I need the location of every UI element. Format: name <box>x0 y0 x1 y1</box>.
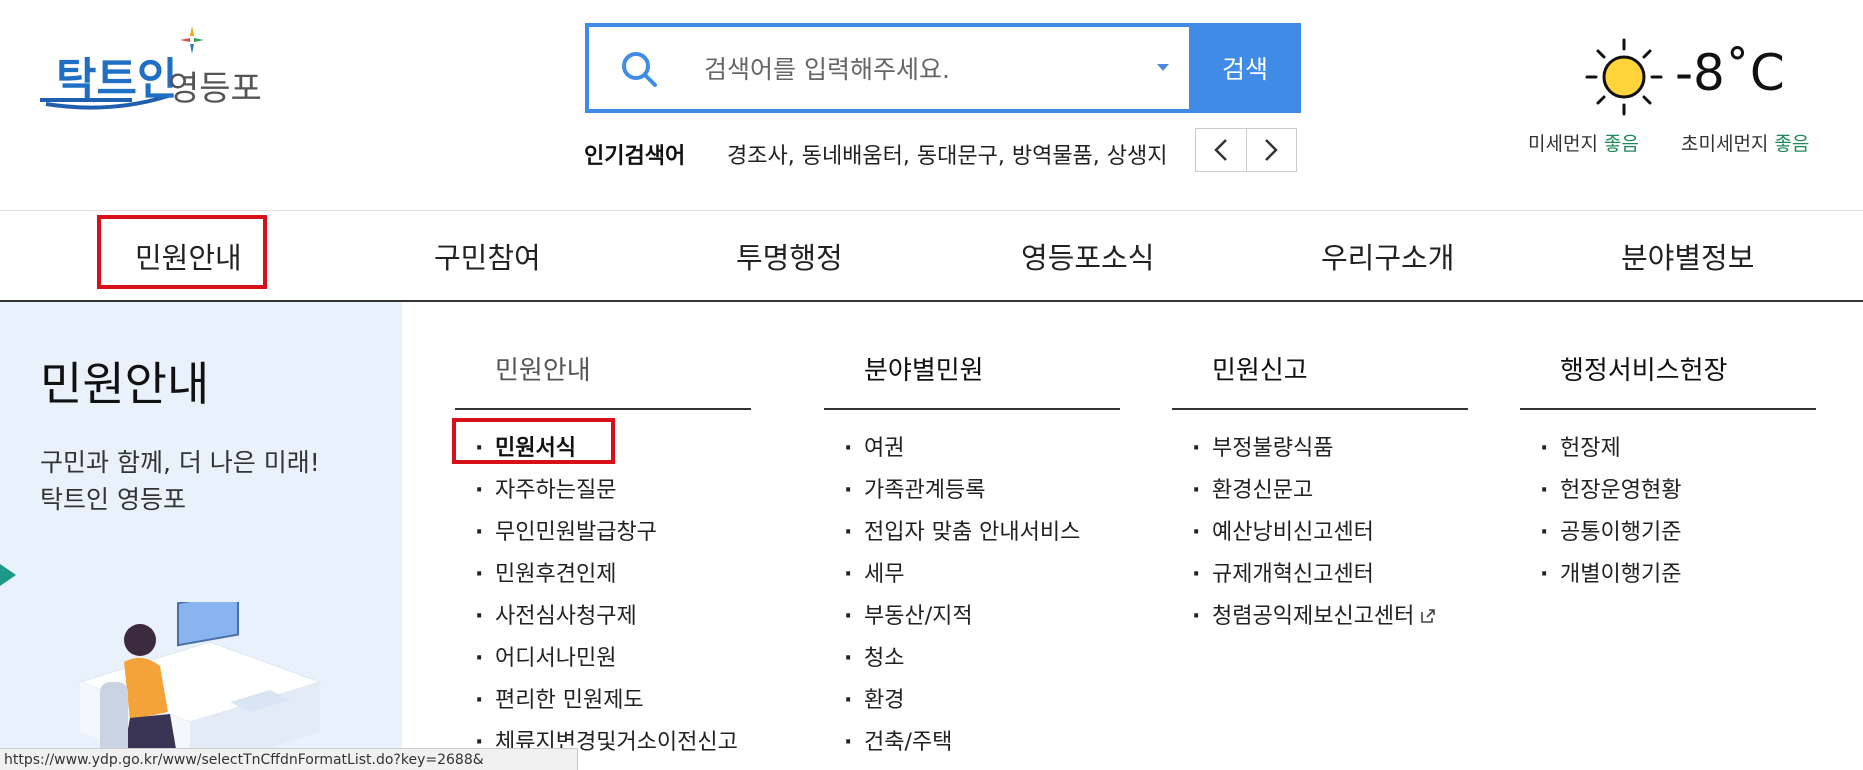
menu-item[interactable]: 환경 <box>824 680 1120 722</box>
search-box: 검색 <box>585 23 1301 113</box>
fine-dust-value: 좋음 <box>1603 133 1639 155</box>
arrow-icon <box>0 564 16 586</box>
global-navigation: 민원안내 구민참여 투명행정 영등포소식 우리구소개 분야별정보 <box>0 210 1863 302</box>
mega-menu-desc-line: 구민과 함께, 더 나은 미래! <box>40 448 320 477</box>
ultrafine-dust-label: 초미세먼지 <box>1681 133 1769 155</box>
gnb-item-news[interactable]: 영등포소식 <box>1021 211 1154 301</box>
next-button[interactable] <box>1246 129 1296 171</box>
mega-menu: 민원안내 구민과 함께, 더 나은 미래! 탁트인 영등포 민원안내 민원서식 … <box>0 302 1863 770</box>
person-at-desk-illustration <box>78 602 322 770</box>
menu-item[interactable]: 개별이행기준 <box>1520 554 1816 596</box>
svg-text:탁트인: 탁트인 <box>56 55 177 104</box>
mega-menu-desc: 구민과 함께, 더 나은 미래! 탁트인 영등포 <box>40 444 320 518</box>
menu-item[interactable]: 전입자 맞춤 안내서비스 <box>824 512 1120 554</box>
menu-item[interactable]: 건축/주택 <box>824 722 1120 764</box>
menu-item[interactable]: 부동산/지적 <box>824 596 1120 638</box>
menu-item[interactable]: 자주하는질문 <box>455 470 751 512</box>
menu-column-heading[interactable]: 민원신고 <box>1172 302 1468 410</box>
menu-column-heading[interactable]: 행정서비스헌장 <box>1520 302 1816 410</box>
search-button[interactable]: 검색 <box>1189 23 1301 113</box>
chevron-right-icon <box>1265 139 1279 161</box>
sun-icon <box>1585 38 1663 116</box>
popular-search-nav <box>1195 128 1297 172</box>
menu-item[interactable]: 여권 <box>824 428 1120 470</box>
gnb-item-participation[interactable]: 구민참여 <box>434 211 541 301</box>
menu-item[interactable]: 규제개혁신고센터 <box>1172 554 1468 596</box>
search-icon <box>619 49 659 89</box>
menu-item[interactable]: 가족관계등록 <box>824 470 1120 512</box>
menu-item[interactable]: 어디서나민원 <box>455 638 751 680</box>
menu-list: 여권 가족관계등록 전입자 맞춤 안내서비스 세무 부동산/지적 청소 환경 건… <box>824 410 1120 764</box>
menu-list: 헌장제 헌장운영현황 공통이행기준 개별이행기준 <box>1520 410 1816 596</box>
chevron-down-icon[interactable] <box>1157 64 1169 71</box>
chevron-left-icon <box>1213 139 1227 161</box>
menu-item[interactable]: 민원후견인제 <box>455 554 751 596</box>
header: 탁트인 영등포 검색 인기검색어 경조사, 동네배움터, 동대문구, 방역물품,… <box>0 0 1863 210</box>
svg-text:영등포: 영등포 <box>168 69 262 109</box>
menu-item[interactable]: 헌장제 <box>1520 428 1816 470</box>
temperature: -8˚C <box>1675 44 1785 102</box>
menu-column-heading[interactable]: 민원안내 <box>455 302 751 410</box>
menu-column-civil-report: 민원신고 부정불량식품 환경신문고 예산낭비신고센터 규제개혁신고센터 청렴공익… <box>1172 302 1468 638</box>
menu-item[interactable]: 부정불량식품 <box>1172 428 1468 470</box>
fine-dust-label: 미세먼지 <box>1528 133 1598 155</box>
site-logo[interactable]: 탁트인 영등포 <box>40 22 300 132</box>
status-bar-url: https://www.ydp.go.kr/www/selectTnCffdnF… <box>0 748 578 770</box>
menu-item-external[interactable]: 청렴공익제보신고센터 <box>1172 596 1468 638</box>
menu-item[interactable]: 예산낭비신고센터 <box>1172 512 1468 554</box>
menu-column-heading[interactable]: 분야별민원 <box>824 302 1120 410</box>
menu-item[interactable]: 헌장운영현황 <box>1520 470 1816 512</box>
external-link-icon <box>1421 609 1436 623</box>
gnb-item-about[interactable]: 우리구소개 <box>1321 211 1454 301</box>
gnb-item-transparency[interactable]: 투명행정 <box>736 211 843 301</box>
menu-item[interactable]: 환경신문고 <box>1172 470 1468 512</box>
ultrafine-dust-value: 좋음 <box>1774 133 1810 155</box>
prev-button[interactable] <box>1196 129 1247 171</box>
menu-column-service-charter: 행정서비스헌장 헌장제 헌장운영현황 공통이행기준 개별이행기준 <box>1520 302 1816 596</box>
menu-item[interactable]: 세무 <box>824 554 1120 596</box>
fine-dust-status: 미세먼지 좋음 <box>1528 129 1639 156</box>
search-input[interactable] <box>704 49 1124 89</box>
menu-column-field-civil: 분야별민원 여권 가족관계등록 전입자 맞춤 안내서비스 세무 부동산/지적 청… <box>824 302 1120 764</box>
popular-search-terms[interactable]: 경조사, 동네배움터, 동대문구, 방역물품, 상생지 <box>727 138 1168 170</box>
menu-list: 부정불량식품 환경신문고 예산낭비신고센터 규제개혁신고센터 청렴공익제보신고센… <box>1172 410 1468 638</box>
menu-item[interactable]: 청소 <box>824 638 1120 680</box>
mega-menu-title: 민원안내 <box>40 357 210 411</box>
highlight-box-menu <box>452 418 615 464</box>
logo-image: 탁트인 영등포 <box>40 26 262 110</box>
menu-item[interactable]: 무인민원발급창구 <box>455 512 751 554</box>
menu-item[interactable]: 편리한 민원제도 <box>455 680 751 722</box>
popular-search-label: 인기검색어 <box>584 144 686 169</box>
mega-menu-intro: 민원안내 구민과 함께, 더 나은 미래! 탁트인 영등포 <box>0 302 402 770</box>
highlight-box-gnb <box>97 215 267 289</box>
menu-item[interactable]: 공통이행기준 <box>1520 512 1816 554</box>
gnb-item-field-info[interactable]: 분야별정보 <box>1621 211 1754 301</box>
ultrafine-dust-status: 초미세먼지 좋음 <box>1681 129 1809 156</box>
menu-item-label: 청렴공익제보신고센터 <box>1212 604 1415 629</box>
mega-menu-desc-line: 탁트인 영등포 <box>40 485 186 514</box>
menu-column-civil-guide: 민원안내 민원서식 자주하는질문 무인민원발급창구 민원후견인제 사전심사청구제… <box>455 302 751 764</box>
menu-item[interactable]: 사전심사청구제 <box>455 596 751 638</box>
